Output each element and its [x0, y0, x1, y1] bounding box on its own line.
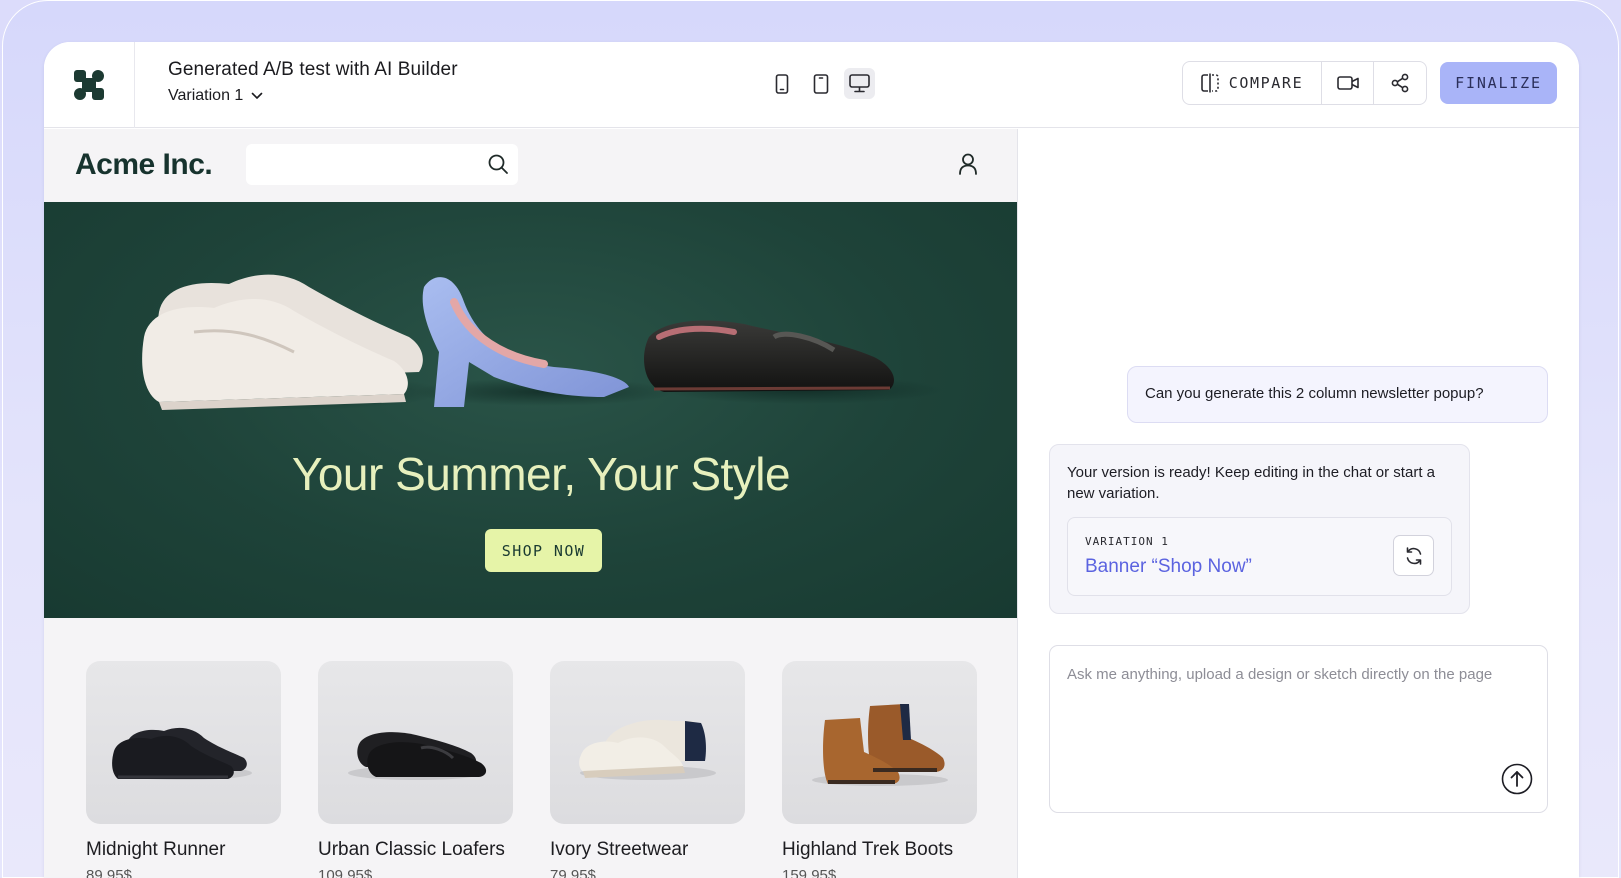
hero-title: Your Summer, Your Style [291, 448, 791, 500]
product-name: Highland Trek Boots [782, 839, 954, 860]
share-icon [1391, 73, 1409, 93]
variation-tag: VARIATION 1 [1085, 535, 1169, 548]
shop-now-button[interactable]: SHOP NOW [485, 529, 602, 572]
product-name: Ivory Streetwear [550, 839, 689, 860]
title-block: Generated A/B test with AI Builder Varia… [168, 59, 458, 105]
app-logo[interactable] [44, 42, 135, 128]
record-button[interactable] [1322, 62, 1374, 104]
product-name: Midnight Runner [86, 839, 226, 860]
product-image [318, 661, 513, 824]
user-message: Can you generate this 2 column newslette… [1127, 366, 1548, 423]
compare-icon [1200, 73, 1219, 93]
variation-dropdown-label: Variation 1 [168, 87, 244, 104]
phone-icon [775, 73, 788, 94]
boots-image [811, 703, 948, 786]
preview-pane: Acme Inc. Your Summer, Your Style SHOP N… [44, 129, 1018, 878]
account-icon[interactable] [958, 153, 978, 175]
store-header: Acme Inc. [44, 129, 1017, 201]
variation-dropdown[interactable]: Variation 1 [168, 87, 458, 105]
share-button[interactable] [1374, 62, 1426, 104]
compare-button[interactable]: COMPARE [1183, 62, 1322, 104]
device-switcher [766, 68, 875, 99]
page-title: Generated A/B test with AI Builder [168, 59, 458, 80]
desktop-icon [849, 74, 870, 93]
video-camera-icon [1336, 76, 1359, 90]
store-brand[interactable]: Acme Inc. [75, 148, 213, 182]
hero-shoes-image [142, 274, 944, 410]
refresh-icon [1406, 546, 1421, 565]
tool-group: COMPARE [1182, 61, 1427, 105]
product-price: 159.95$ [782, 867, 837, 878]
chevron-down-icon [252, 92, 263, 99]
chat-input-placeholder: Ask me anything, upload a design or sket… [1067, 666, 1493, 683]
tablet-view-button[interactable] [805, 68, 836, 99]
product-price: 79.95$ [550, 867, 596, 878]
variation-card[interactable]: VARIATION 1 Banner “Shop Now” [1067, 517, 1452, 596]
logo-icon [74, 70, 104, 100]
white-sneaker-image [578, 719, 716, 780]
product-name: Urban Classic Loafers [318, 839, 505, 860]
product-image [550, 661, 745, 824]
refresh-variation-button[interactable] [1393, 535, 1434, 576]
variation-label[interactable]: Banner “Shop Now” [1085, 556, 1252, 578]
assistant-message-text: Your version is ready! Keep editing in t… [1067, 464, 1435, 502]
desktop-view-button[interactable] [844, 68, 875, 99]
store-search-input[interactable] [246, 144, 518, 185]
product-image [86, 661, 281, 824]
search-icon[interactable] [487, 153, 509, 175]
phone-view-button[interactable] [766, 68, 797, 99]
hero-banner: Your Summer, Your Style SHOP NOW [44, 202, 1017, 618]
product-card[interactable]: Midnight Runner 89.95$ [86, 661, 281, 878]
tablet-icon [813, 73, 828, 94]
top-bar: Generated A/B test with AI Builder Varia… [44, 42, 1579, 128]
chat-input[interactable]: Ask me anything, upload a design or sket… [1049, 645, 1548, 813]
finalize-button[interactable]: FINALIZE [1440, 62, 1557, 104]
product-image [782, 661, 977, 824]
loafer-image [347, 731, 486, 780]
assistant-message: Your version is ready! Keep editing in t… [1049, 444, 1470, 614]
compare-label: COMPARE [1228, 74, 1304, 92]
product-price: 89.95$ [86, 867, 132, 878]
sneaker-image [111, 727, 252, 780]
product-price: 109.95$ [318, 867, 373, 878]
send-arrow-icon[interactable] [1501, 763, 1533, 795]
product-card[interactable]: Ivory Streetwear 79.95$ [550, 661, 745, 878]
product-card[interactable]: Urban Classic Loafers 109.95$ [318, 661, 513, 878]
product-card[interactable]: Highland Trek Boots 159.95$ [782, 661, 977, 878]
